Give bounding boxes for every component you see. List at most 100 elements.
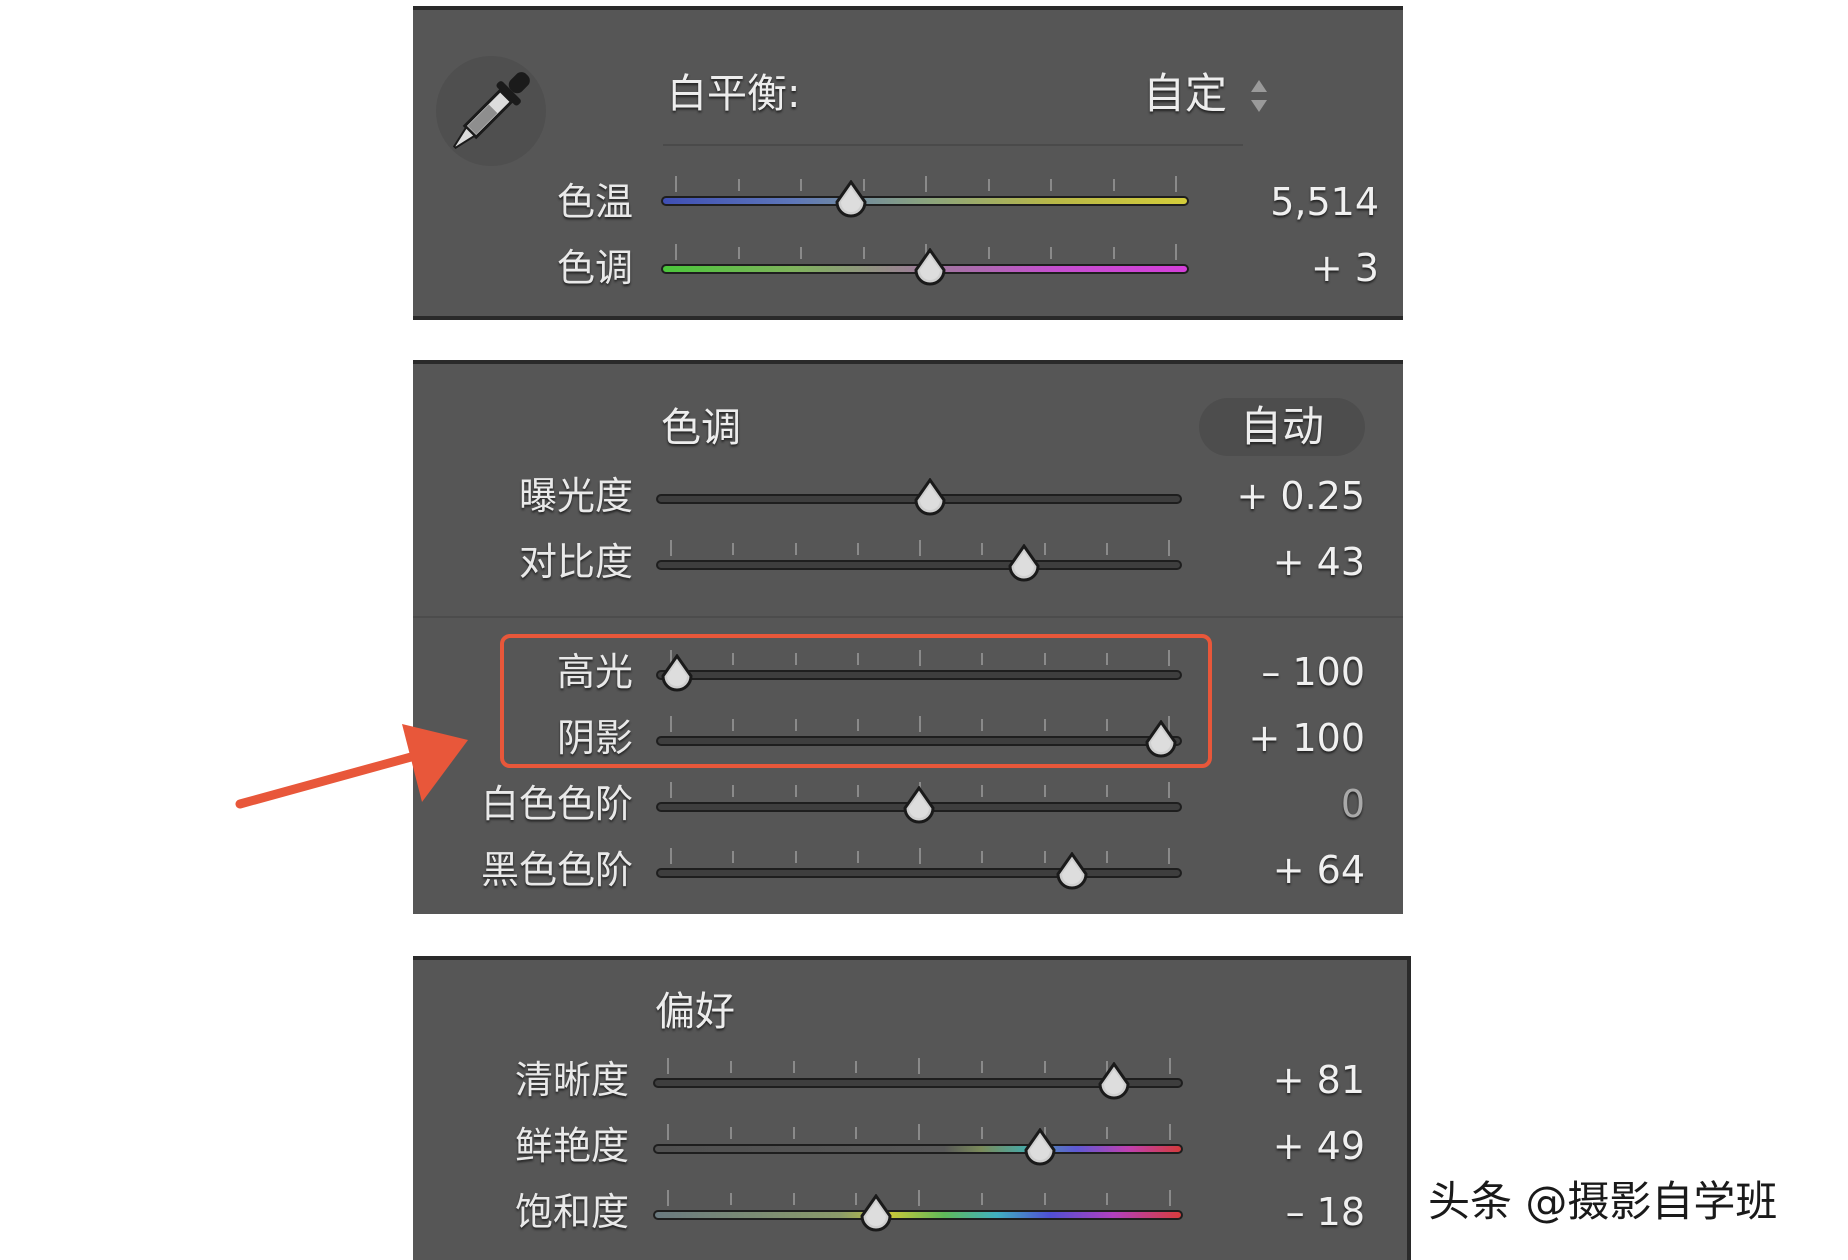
slider-tick — [1050, 247, 1052, 259]
updown-arrows-icon[interactable] — [1249, 76, 1269, 116]
slider-tick — [856, 543, 859, 555]
slider-thumb-icon[interactable] — [831, 180, 871, 224]
slider-tick — [670, 848, 672, 864]
temperature-label: 色温 — [556, 180, 633, 224]
shadows-value[interactable]: + 100 — [1213, 716, 1365, 760]
slider-tick — [1168, 540, 1170, 556]
highlights-value[interactable]: – 100 — [1213, 650, 1365, 694]
slider-thumb-icon[interactable] — [1004, 544, 1044, 588]
slider-tick — [1050, 179, 1052, 191]
presence-panel: 偏好 清晰度 + 81 鲜艳度 + 49 饱和度 – 18 — [413, 956, 1411, 1260]
slider-tick — [1105, 785, 1108, 797]
whites-slider[interactable] — [656, 782, 1182, 832]
eyedropper-icon[interactable] — [436, 56, 546, 166]
slider-tick — [1043, 851, 1046, 863]
slider-tick — [1043, 1061, 1046, 1073]
slider-tick — [737, 247, 740, 259]
slider-tick — [1043, 1193, 1046, 1205]
exposure-value[interactable]: + 0.25 — [1213, 474, 1365, 518]
slider-track[interactable] — [653, 1210, 1183, 1220]
slider-tick — [1169, 1058, 1171, 1074]
slider-tick — [732, 543, 735, 555]
slider-tick — [794, 543, 797, 555]
slider-tick — [670, 782, 672, 798]
slider-tick — [981, 543, 984, 555]
slider-tick — [792, 1061, 795, 1073]
slider-tick — [729, 1193, 732, 1205]
auto-button[interactable]: 自动 — [1199, 398, 1365, 456]
clarity-slider[interactable] — [653, 1058, 1183, 1108]
slider-tick — [667, 1124, 669, 1140]
slider-tick — [981, 851, 984, 863]
slider-tick — [1105, 543, 1108, 555]
slider-tick — [794, 851, 797, 863]
blacks-slider[interactable] — [656, 848, 1182, 898]
temperature-value[interactable]: 5,514 — [1253, 180, 1379, 224]
slider-tick — [670, 540, 672, 556]
slider-tick — [729, 1127, 732, 1139]
slider-tick — [1175, 176, 1177, 192]
slider-tick — [1168, 848, 1170, 864]
vibrance-value[interactable]: + 49 — [1213, 1124, 1365, 1168]
contrast-value[interactable]: + 43 — [1213, 540, 1365, 584]
white-balance-panel: 白平衡: 自定 色温 5,514 色调 + 3 — [413, 6, 1403, 320]
slider-track[interactable] — [656, 560, 1182, 570]
slider-tick — [918, 1190, 920, 1206]
vibrance-label: 鲜艳度 — [514, 1124, 629, 1168]
slider-tick — [1105, 851, 1108, 863]
slider-tick — [792, 1127, 795, 1139]
slider-tick — [1106, 1193, 1109, 1205]
contrast-slider[interactable] — [656, 540, 1182, 590]
tint-value[interactable]: + 3 — [1253, 246, 1379, 290]
slider-thumb-icon[interactable] — [910, 478, 950, 522]
blacks-label: 黑色色阶 — [480, 848, 633, 892]
slider-thumb-icon[interactable] — [1052, 852, 1092, 896]
slider-tick — [800, 247, 802, 259]
slider-tick — [1169, 1190, 1171, 1206]
slider-tick — [980, 1061, 983, 1073]
saturation-slider[interactable] — [653, 1190, 1183, 1240]
saturation-value[interactable]: – 18 — [1213, 1190, 1365, 1234]
slider-tick — [667, 1190, 669, 1206]
slider-tick — [729, 1061, 732, 1073]
saturation-label: 饱和度 — [514, 1190, 629, 1234]
temperature-slider[interactable] — [661, 176, 1189, 226]
slider-thumb-icon[interactable] — [1020, 1128, 1060, 1172]
slider-tick — [1175, 244, 1177, 260]
blacks-value[interactable]: + 64 — [1213, 848, 1365, 892]
slider-tick — [856, 851, 859, 863]
slider-track[interactable] — [653, 1144, 1183, 1154]
vibrance-slider[interactable] — [653, 1124, 1183, 1174]
slider-tick — [918, 1124, 920, 1140]
slider-thumb-icon[interactable] — [856, 1194, 896, 1238]
slider-thumb-icon[interactable] — [899, 786, 939, 830]
slider-tick — [800, 179, 802, 191]
slider-tick — [855, 1061, 858, 1073]
slider-tick — [987, 247, 990, 259]
divider — [413, 616, 1403, 618]
clarity-value[interactable]: + 81 — [1213, 1058, 1365, 1102]
white-balance-mode[interactable]: 自定 — [1143, 70, 1227, 118]
slider-tick — [980, 1127, 983, 1139]
tint-label: 色调 — [556, 246, 633, 290]
clarity-label: 清晰度 — [514, 1058, 629, 1102]
slider-track[interactable] — [656, 868, 1182, 878]
slider-tick — [792, 1193, 795, 1205]
slider-tick — [919, 848, 921, 864]
exposure-label: 曝光度 — [518, 474, 633, 518]
slider-tick — [675, 176, 677, 192]
slider-tick — [919, 540, 921, 556]
slider-thumb-icon[interactable] — [910, 248, 950, 292]
slider-tick — [987, 179, 990, 191]
slider-tick — [675, 244, 677, 260]
slider-tick — [667, 1058, 669, 1074]
contrast-label: 对比度 — [518, 540, 633, 584]
exposure-slider[interactable] — [656, 474, 1182, 524]
tint-slider[interactable] — [661, 244, 1189, 294]
whites-value[interactable]: 0 — [1213, 782, 1365, 826]
slider-tick — [862, 247, 865, 259]
slider-track[interactable] — [661, 196, 1189, 206]
slider-tick — [732, 851, 735, 863]
presence-title: 偏好 — [655, 989, 735, 1035]
slider-thumb-icon[interactable] — [1094, 1062, 1134, 1106]
